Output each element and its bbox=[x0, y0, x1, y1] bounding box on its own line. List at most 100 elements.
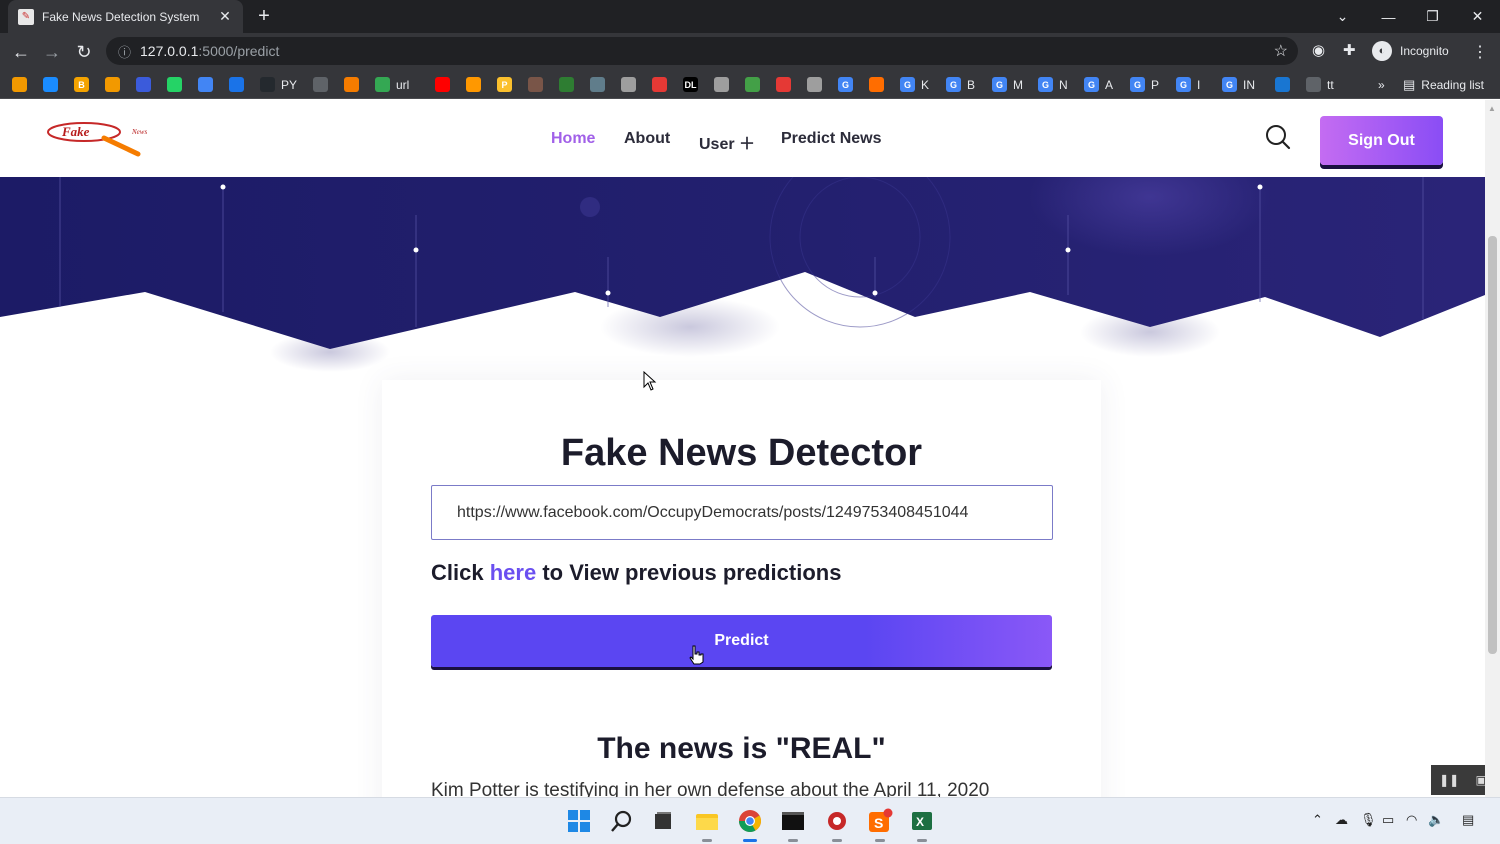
bookmark-favicon-icon bbox=[652, 77, 667, 92]
scroll-up-icon[interactable]: ▲ bbox=[1488, 104, 1496, 113]
bookmark-item[interactable]: DL bbox=[683, 76, 698, 93]
bookmark-favicon-icon bbox=[559, 77, 574, 92]
bookmark-item[interactable]: P bbox=[497, 76, 512, 93]
bookmark-item[interactable]: tt bbox=[1306, 76, 1334, 93]
scrollbar-thumb[interactable] bbox=[1488, 236, 1497, 654]
previous-predictions-link[interactable]: here bbox=[490, 560, 536, 585]
nav-home[interactable]: Home bbox=[551, 130, 595, 148]
minimize-button[interactable]: — bbox=[1366, 0, 1411, 33]
bookmark-label: IN bbox=[1243, 77, 1255, 92]
excel-icon[interactable]: X bbox=[909, 808, 935, 842]
new-tab-button[interactable]: + bbox=[254, 5, 274, 27]
task-view-icon[interactable] bbox=[650, 808, 676, 834]
address-bar[interactable]: ⓘ 127.0.0.1:5000/predict ☆ bbox=[106, 37, 1298, 65]
bookmark-item[interactable] bbox=[313, 76, 328, 93]
bookmark-favicon-icon: G bbox=[1176, 77, 1191, 92]
reload-icon[interactable]: ↻ bbox=[71, 39, 97, 65]
tab-title: Fake News Detection System bbox=[42, 9, 200, 24]
sublime-icon[interactable]: S bbox=[867, 808, 893, 842]
restore-button[interactable]: ❐ bbox=[1410, 0, 1455, 33]
bookmark-item[interactable]: GP bbox=[1130, 76, 1159, 93]
bookmark-item[interactable] bbox=[198, 76, 213, 93]
bookmark-item[interactable] bbox=[43, 76, 58, 93]
bookmark-item[interactable]: GI bbox=[1176, 76, 1200, 93]
browser-tab[interactable]: ✎ Fake News Detection System ✕ bbox=[8, 0, 243, 33]
chrome-icon[interactable] bbox=[737, 808, 763, 842]
more-bookmarks-button[interactable]: » bbox=[1372, 76, 1385, 93]
bookmark-item[interactable] bbox=[105, 76, 120, 93]
bookmark-item[interactable]: url bbox=[375, 76, 409, 93]
media-controls[interactable]: ❚❚ ▣ bbox=[1431, 765, 1485, 795]
tab-close-icon[interactable]: ✕ bbox=[217, 8, 233, 25]
bookmark-favicon-icon bbox=[435, 77, 450, 92]
app-icon[interactable] bbox=[824, 808, 850, 842]
bookmark-item[interactable] bbox=[559, 76, 574, 93]
bookmark-item[interactable] bbox=[745, 76, 760, 93]
search-taskbar-icon[interactable] bbox=[609, 808, 635, 834]
windows-start-icon[interactable] bbox=[566, 808, 592, 834]
back-arrow-icon[interactable]: ← bbox=[8, 39, 34, 65]
file-explorer-icon[interactable] bbox=[694, 808, 720, 842]
extension-icon[interactable]: ◉ bbox=[1312, 41, 1325, 59]
browser-menu-icon[interactable]: ⋮ bbox=[1472, 42, 1488, 62]
nav-about[interactable]: About bbox=[624, 130, 670, 148]
fake-news-logo[interactable]: Fake News bbox=[42, 120, 162, 160]
show-hidden-icons-icon[interactable]: ⌃ bbox=[1312, 812, 1323, 828]
bookmark-item[interactable] bbox=[869, 76, 884, 93]
bookmark-item[interactable] bbox=[776, 76, 791, 93]
bookmark-item[interactable]: B bbox=[74, 76, 89, 93]
bookmark-item[interactable] bbox=[807, 76, 822, 93]
bookmark-item[interactable]: G IN bbox=[1222, 76, 1255, 93]
picture-in-picture-icon[interactable]: ▣ bbox=[1476, 773, 1486, 787]
bookmark-item[interactable] bbox=[167, 76, 182, 93]
extensions-puzzle-icon[interactable]: ✚ bbox=[1343, 41, 1356, 59]
bookmark-item[interactable]: PY bbox=[260, 76, 297, 93]
bookmark-favicon-icon bbox=[43, 77, 58, 92]
bookmark-item[interactable]: GK bbox=[900, 76, 929, 93]
bookmark-item[interactable] bbox=[466, 76, 481, 93]
close-window-button[interactable]: ✕ bbox=[1455, 0, 1500, 33]
bookmark-item[interactable] bbox=[652, 76, 667, 93]
site-info-icon[interactable]: ⓘ bbox=[118, 42, 138, 61]
bookmark-item[interactable]: GN bbox=[1038, 76, 1068, 93]
page-scrollbar[interactable]: ▲ bbox=[1485, 100, 1500, 797]
bookmark-item[interactable] bbox=[12, 76, 27, 93]
bookmark-item[interactable] bbox=[1275, 76, 1290, 93]
nav-user[interactable]: User ＋ bbox=[699, 130, 755, 154]
terminal-icon[interactable] bbox=[780, 808, 806, 842]
microphone-icon[interactable]: 🎙 bbox=[1360, 812, 1377, 828]
bookmark-item[interactable] bbox=[621, 76, 636, 93]
news-snippet: Kim Potter is testifying in her own defe… bbox=[431, 780, 990, 797]
incognito-indicator[interactable]: ◐ Incognito bbox=[1372, 40, 1449, 62]
volume-icon[interactable]: 🔈 bbox=[1428, 812, 1444, 828]
reading-list-button[interactable]: ▤ Reading list bbox=[1403, 76, 1484, 93]
bookmark-favicon-icon bbox=[375, 77, 390, 92]
bookmark-favicon-icon bbox=[313, 77, 328, 92]
bookmark-item[interactable] bbox=[714, 76, 729, 93]
wifi-icon[interactable]: ◠ bbox=[1406, 812, 1417, 828]
bookmark-item[interactable] bbox=[435, 76, 450, 93]
bookmark-item[interactable] bbox=[229, 76, 244, 93]
predict-button[interactable]: Predict bbox=[431, 615, 1052, 667]
nav-predict-news[interactable]: Predict News bbox=[781, 130, 881, 148]
battery-icon[interactable]: ▭ bbox=[1382, 812, 1394, 828]
notifications-icon[interactable]: ▤ bbox=[1462, 812, 1474, 828]
onedrive-icon[interactable]: ☁ bbox=[1335, 812, 1348, 828]
bookmark-item[interactable]: GB bbox=[946, 76, 975, 93]
bookmark-favicon-icon bbox=[167, 77, 182, 92]
search-icon[interactable] bbox=[1265, 124, 1291, 150]
bookmark-item[interactable] bbox=[590, 76, 605, 93]
sign-out-button[interactable]: Sign Out bbox=[1320, 116, 1443, 165]
bookmark-item[interactable]: GM bbox=[992, 76, 1023, 93]
bookmark-item[interactable]: G bbox=[838, 76, 853, 93]
bookmark-item[interactable]: GA bbox=[1084, 76, 1113, 93]
bookmark-item[interactable] bbox=[136, 76, 151, 93]
tab-search-icon[interactable]: ⌄ bbox=[1320, 0, 1365, 33]
news-url-input[interactable] bbox=[431, 485, 1053, 540]
bookmark-label: PY bbox=[281, 77, 298, 92]
bookmark-star-icon[interactable]: ☆ bbox=[1274, 41, 1288, 61]
forward-arrow-icon[interactable]: → bbox=[39, 39, 65, 65]
pause-icon[interactable]: ❚❚ bbox=[1439, 773, 1459, 787]
bookmark-item[interactable] bbox=[344, 76, 359, 93]
bookmark-item[interactable] bbox=[528, 76, 543, 93]
